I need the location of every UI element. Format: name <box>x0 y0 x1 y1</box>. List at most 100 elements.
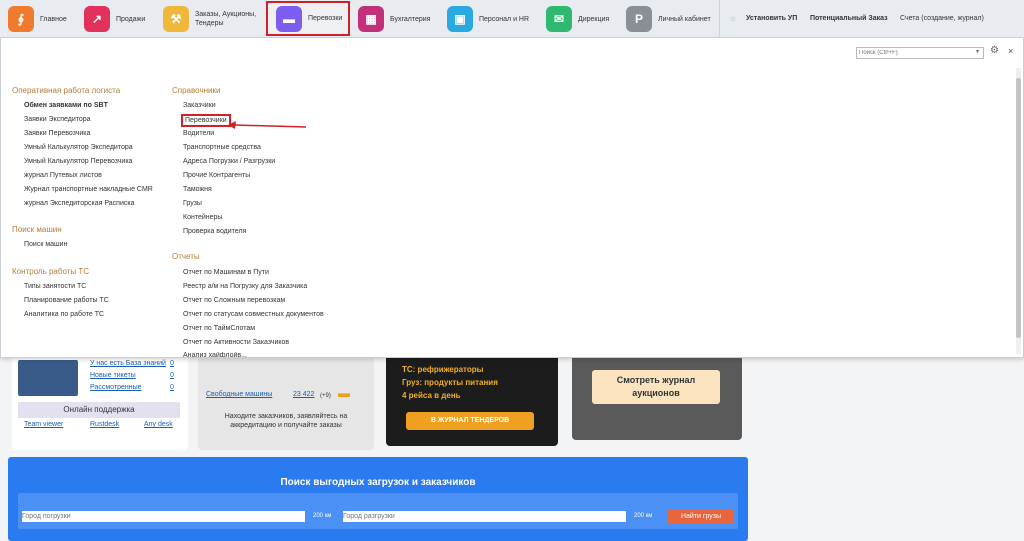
free-machines-badge: (+9) <box>320 393 331 399</box>
menu-item-carrier-requests[interactable]: Заявки Перевозчика <box>24 130 90 137</box>
section-vehicle-search: Поиск машин <box>12 225 62 234</box>
star-icon[interactable]: ☆ <box>730 15 736 23</box>
lock-icon: P <box>626 6 652 32</box>
anydesk-link[interactable]: Any desk <box>144 421 173 428</box>
nav-transport[interactable]: ▬ Перевозки <box>266 1 350 36</box>
close-icon[interactable]: × <box>1008 46 1013 56</box>
menu-item-report-doc-status[interactable]: Отчет по статусам совместных документов <box>183 311 324 318</box>
section-vehicle-control: Контроль работы ТС <box>12 267 90 276</box>
cargo-search-banner: Поиск выгодных загрузок и заказчиков 200… <box>8 457 748 541</box>
mail-icon: ✉ <box>546 6 572 32</box>
menu-item-occupancy-types[interactable]: Типы занятости ТС <box>24 283 86 290</box>
nav-hr[interactable]: ▣ Персонал и HR <box>447 3 529 35</box>
nav-direction[interactable]: ✉ Дирекция <box>546 3 609 35</box>
nav-direction-label: Дирекция <box>578 15 610 23</box>
annotation-arrow <box>228 121 307 129</box>
section-logistics: Оперативная работа логиста <box>12 86 121 95</box>
promo-line-2: Груз: продукты питания <box>402 378 498 387</box>
menu-item-planning[interactable]: Планирование работы ТС <box>24 297 109 304</box>
gear-icon[interactable]: ⚙ <box>990 45 999 56</box>
auction-journal-button[interactable]: Смотреть журнал аукционов <box>592 370 720 404</box>
nav-accounting[interactable]: ▦ Бухгалтерия <box>358 3 430 35</box>
rustdesk-link[interactable]: Rustdesk <box>90 421 119 428</box>
nav-transport-label: Перевозки <box>308 15 343 22</box>
menu-item-receipts[interactable]: журнал Экспедиторская Расписка <box>24 200 134 207</box>
cargo-search-title: Поиск выгодных загрузок и заказчиков <box>280 477 476 488</box>
new-tickets-link[interactable]: Новые тикеты <box>90 372 136 379</box>
to-radius[interactable]: 200 км <box>634 513 652 519</box>
menu-item-report-timeslots[interactable]: Отчет по ТаймСлотам <box>183 325 255 332</box>
top-navigation: ∮ Главное ↗ Продажи ⚒ Заказы, Аукционы, Тен… <box>0 0 1024 38</box>
truck-icon: ▬ <box>338 386 350 400</box>
promo-line-1: ТС: рефрижераторы <box>402 365 484 374</box>
knowledge-base-link[interactable]: У нас есть База знаний <box>90 360 166 367</box>
invoices-link[interactable]: Счета (создание, журнал) <box>900 15 984 22</box>
menu-item-vehicles[interactable]: Транспортные средства <box>183 144 261 151</box>
free-machines-count[interactable]: 23 422 <box>293 391 314 398</box>
menu-item-cmr[interactable]: Журнал транспортные накладные CMR <box>24 186 153 193</box>
menu-item-addresses[interactable]: Адреса Погрузки / Разгрузки <box>183 158 275 165</box>
section-reports: Отчеты <box>172 252 200 261</box>
free-machines-link[interactable]: Свободные машины <box>206 391 272 398</box>
menu-item-truncated[interactable]: Анализ хайфлойв... <box>183 352 247 357</box>
nav-divider <box>719 0 720 38</box>
section-directories: Справочники <box>172 86 221 95</box>
cargo-search-form: 200 км 200 км Найти грузы <box>18 493 738 529</box>
sales-chart-icon: ↗ <box>84 6 110 32</box>
menu-item-cargo[interactable]: Грузы <box>183 200 202 207</box>
menu-item-forwarder-requests[interactable]: Заявки Экспедитора <box>24 116 91 123</box>
menu-item-report-complex[interactable]: Отчет по Сложным перевозкам <box>183 297 285 304</box>
nav-cabinet-label: Личный кабинет <box>658 15 711 23</box>
menu-item-carriers[interactable]: Перевозчики <box>181 114 231 127</box>
calculator-icon: ▦ <box>358 6 384 32</box>
new-tickets-count[interactable]: 0 <box>170 372 174 379</box>
potential-order-link[interactable]: Потенциальный Заказ <box>810 15 888 22</box>
menu-item-vehicle-search[interactable]: Поиск машин <box>24 241 67 248</box>
id-card-icon: ▣ <box>447 6 473 32</box>
nav-hr-label: Персонал и HR <box>479 15 530 23</box>
nav-cabinet[interactable]: P Личный кабинет <box>626 3 711 35</box>
menu-search-input[interactable] <box>856 47 984 59</box>
support-title: Онлайн поддержка <box>18 402 180 418</box>
nav-main-label: Главное <box>40 15 67 23</box>
to-city-input[interactable] <box>343 511 626 522</box>
promo-line-3: 4 рейса в день <box>402 391 461 400</box>
tenders-button[interactable]: В ЖУРНАЛ ТЕНДЕРОВ <box>406 412 534 430</box>
knowledge-base-count[interactable]: 0 <box>170 360 174 367</box>
scrollbar-thumb[interactable] <box>1016 78 1021 338</box>
reviewed-count[interactable]: 0 <box>170 384 174 391</box>
menu-item-carrier-calc[interactable]: Умный Калькулятор Перевозчика <box>24 158 132 165</box>
menu-item-other-contractors[interactable]: Прочие Контрагенты <box>183 172 250 179</box>
hammer-icon: ⚒ <box>163 6 189 32</box>
nav-sales[interactable]: ↗ Продажи <box>84 3 145 35</box>
avatar <box>18 360 78 396</box>
reviewed-link[interactable]: Рассмотренные <box>90 384 142 391</box>
menu-item-drivers[interactable]: Водители <box>183 130 214 137</box>
nav-sales-label: Продажи <box>116 15 146 23</box>
menu-item-analytics[interactable]: Аналитика по работе ТС <box>24 311 104 318</box>
menu-item-containers[interactable]: Контейнеры <box>183 214 222 221</box>
chevron-down-icon[interactable]: ▾ <box>976 48 979 55</box>
truck-icon: ▬ <box>276 5 302 32</box>
menu-item-report-activity[interactable]: Отчет по Активности Заказчиков <box>183 339 289 346</box>
transport-dropdown-menu: ▾ ⚙ × Оперативная работа логиста Обмен з… <box>0 38 1024 358</box>
from-radius[interactable]: 200 км <box>313 513 331 519</box>
find-cargo-button[interactable]: Найти грузы <box>668 509 734 524</box>
menu-item-waybills[interactable]: журнал Путевых листов <box>24 172 102 179</box>
teamviewer-link[interactable]: Team viewer <box>24 421 63 428</box>
install-link[interactable]: Установить УП <box>746 15 797 22</box>
menu-item-customers[interactable]: Заказчики <box>183 102 216 109</box>
menu-item-loading-register[interactable]: Реестр а/м на Погрузку для Заказчика <box>183 283 307 290</box>
scrollbar[interactable] <box>1016 68 1021 354</box>
nav-orders[interactable]: ⚒ Заказы, Аукционы, Тендеры <box>163 3 263 35</box>
menu-item-sbt-exchange[interactable]: Обмен заявками по SBT <box>24 102 108 109</box>
nav-accounting-label: Бухгалтерия <box>390 15 431 23</box>
menu-item-customs[interactable]: Таможня <box>183 186 212 193</box>
nav-main[interactable]: ∮ Главное <box>8 3 67 35</box>
menu-item-report-in-transit[interactable]: Отчет по Машинам в Пути <box>183 269 269 276</box>
nav-orders-label: Заказы, Аукционы, Тендеры <box>195 11 257 27</box>
menu-item-forwarder-calc[interactable]: Умный Калькулятор Экспедитора <box>24 144 133 151</box>
menu-item-driver-check[interactable]: Проверка водителя <box>183 228 246 235</box>
main-icon: ∮ <box>8 6 34 32</box>
from-city-input[interactable] <box>22 511 305 522</box>
